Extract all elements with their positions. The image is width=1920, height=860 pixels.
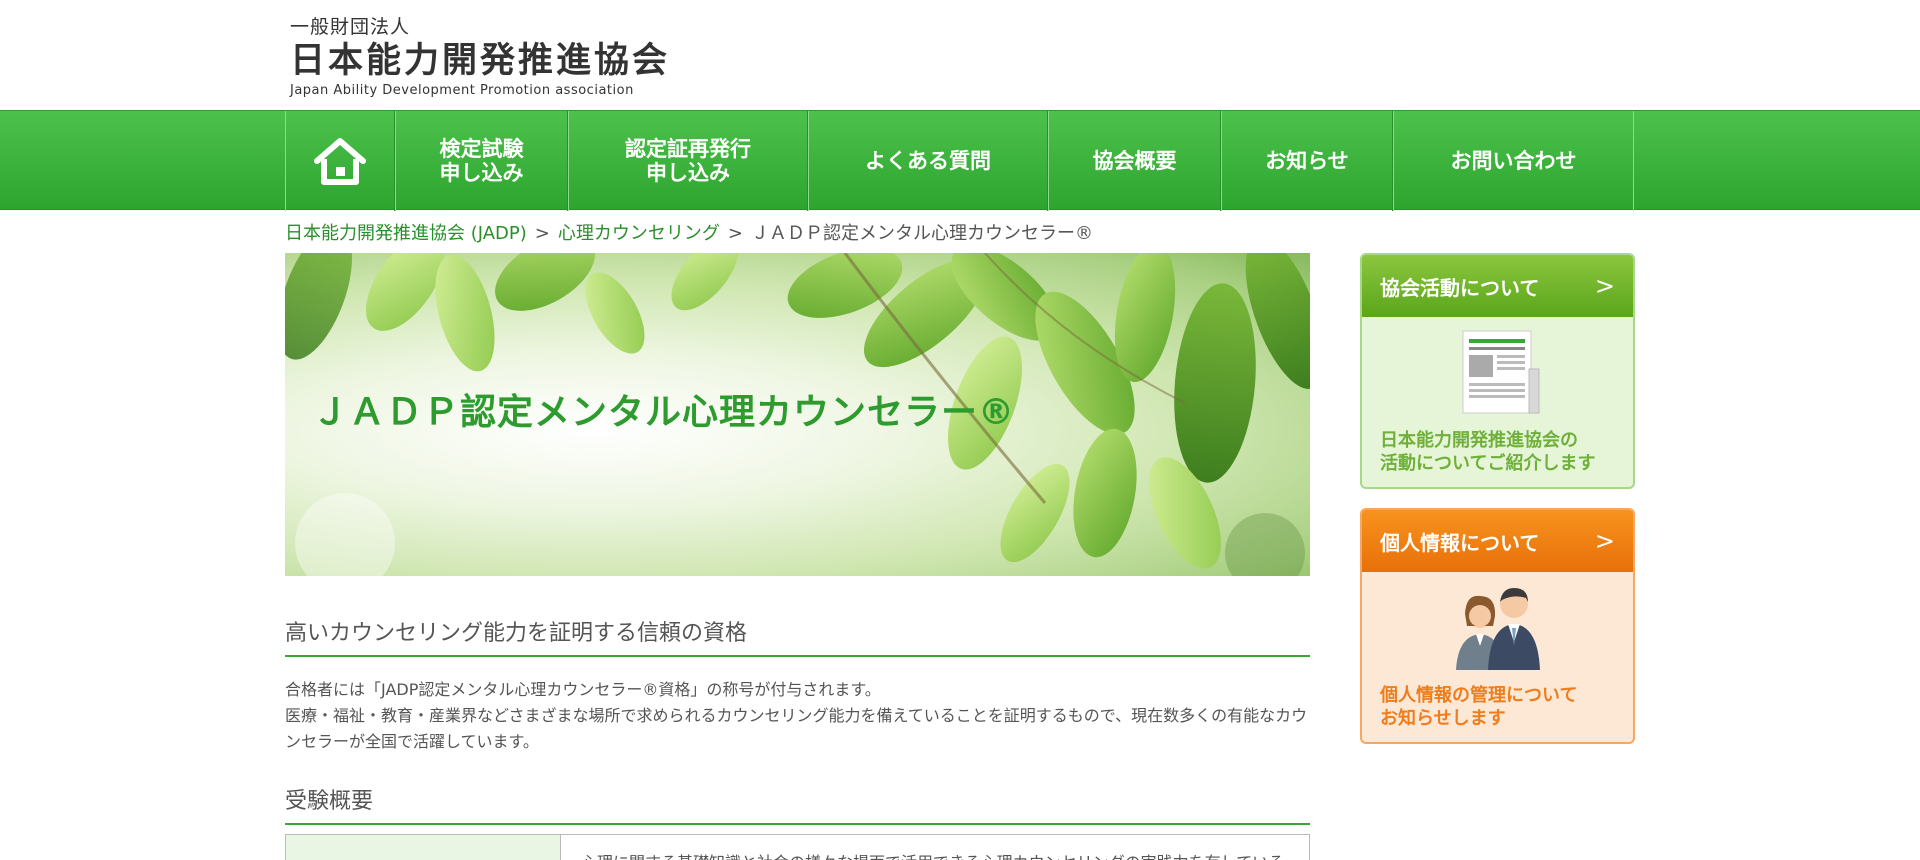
banner-description: 個人情報の管理について お知らせします [1362, 684, 1633, 730]
section-paragraph: 合格者には「JADP認定メンタル心理カウンセラー®資格」の称号が付与されます。 … [285, 677, 1310, 755]
breadcrumb-current: ＪＡＤＰ認定メンタル心理カウンセラー® [750, 223, 1093, 244]
paragraph-line-2: 医療・福祉・教育・産業界などさまざまな場所で求められるカウンセリング能力を備えて… [285, 706, 1308, 751]
site-logo[interactable]: 一般財団法人 日本能力開発推進協会 Japan Ability Developm… [290, 12, 670, 98]
nav-certificate-reissue[interactable]: 認定証再発行 申し込み [568, 111, 808, 211]
banner-title: 協会活動について [1380, 275, 1540, 300]
nav-news[interactable]: お知らせ [1221, 111, 1393, 211]
nav-faq[interactable]: よくある質問 [808, 111, 1048, 211]
people-icon [1362, 584, 1633, 676]
site-header: 一般財団法人 日本能力開発推進協会 Japan Ability Developm… [0, 0, 1920, 110]
banner-description-text: 日本能力開発推進協会の 活動についてご紹介します [1380, 430, 1596, 474]
section-heading-exam-overview: 受験概要 [285, 783, 1310, 825]
table-header-cell [286, 835, 561, 860]
sidebar-banner-activities[interactable]: 協会活動について > 日本能力開発推進協会の 活動についてご紹介します [1360, 253, 1635, 489]
table-data-cell: 心理に関する基礎知識と社会の様々な場面で活用できる心理カウンセリングの実践力を有… [561, 835, 1309, 860]
paragraph-line-1: 合格者には「JADP認定メンタル心理カウンセラー®資格」の称号が付与されます。 [285, 680, 881, 699]
chevron-right-icon: > [1594, 527, 1615, 555]
breadcrumb-category-link[interactable]: 心理カウンセリング [558, 223, 720, 244]
section-heading-qualification: 高いカウンセリング能力を証明する信頼の資格 [285, 615, 1310, 657]
nav-about[interactable]: 協会概要 [1048, 111, 1221, 211]
logo-english-text: Japan Ability Development Promotion asso… [290, 83, 634, 98]
logo-sub-text: 一般財団法人 [290, 16, 411, 38]
hero-banner: ＪＡＤＰ認定メンタル心理カウンセラー® [285, 253, 1310, 576]
banner-header: 個人情報について > [1362, 510, 1633, 572]
banner-title: 個人情報について [1380, 530, 1540, 555]
sidebar-banner-privacy[interactable]: 個人情報について > 個人情報の管理について お知らせします [1360, 508, 1635, 744]
breadcrumb-separator: > [534, 223, 550, 244]
nav-exam-apply[interactable]: 検定試験 申し込み [395, 111, 568, 211]
nav-home[interactable] [285, 111, 395, 211]
banner-description: 日本能力開発推進協会の 活動についてご紹介します [1362, 429, 1633, 475]
newsletter-icon [1362, 329, 1633, 421]
chevron-right-icon: > [1594, 272, 1615, 300]
exam-overview-table: 心理に関する基礎知識と社会の様々な場面で活用できる心理カウンセリングの実践力を有… [285, 834, 1310, 860]
logo-main-text: 日本能力開発推進協会 [290, 41, 671, 81]
breadcrumb-home-link[interactable]: 日本能力開発推進協会 (JADP) [285, 223, 527, 244]
nav-contact[interactable]: お問い合わせ [1393, 111, 1634, 211]
global-nav: 検定試験 申し込み 認定証再発行 申し込み よくある質問 協会概要 お知らせ お… [0, 110, 1920, 211]
hero-title: ＪＡＤＰ認定メンタル心理カウンセラー® [312, 392, 1016, 433]
nav-items: 検定試験 申し込み 認定証再発行 申し込み よくある質問 協会概要 お知らせ お… [285, 111, 1634, 211]
home-icon [314, 138, 366, 185]
banner-header: 協会活動について > [1362, 255, 1633, 317]
banner-description-text: 個人情報の管理について お知らせします [1380, 685, 1578, 729]
breadcrumb-separator: > [727, 223, 743, 244]
breadcrumb: 日本能力開発推進協会 (JADP) > 心理カウンセリング > ＪＡＤＰ認定メンタル心理… [285, 219, 1093, 245]
